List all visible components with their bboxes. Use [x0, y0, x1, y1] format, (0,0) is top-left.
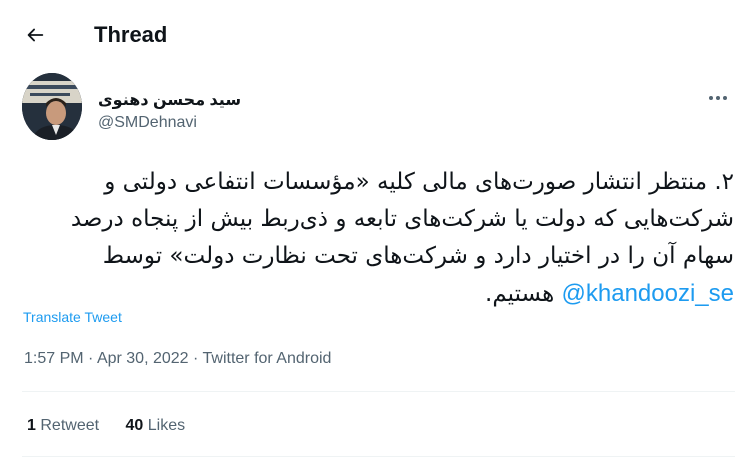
- page-title: Thread: [94, 22, 168, 47]
- likes-count: 40: [125, 417, 144, 434]
- more-options-button[interactable]: [706, 88, 730, 108]
- tweet-text: ۲. منتظر انتشار صورت‌های مالی کلیه «مؤسس…: [22, 164, 734, 313]
- author-display-name[interactable]: سید محسن دهنوی: [98, 90, 268, 110]
- avatar[interactable]: [22, 73, 82, 140]
- likes-stat[interactable]: 40 Likes: [126, 417, 186, 435]
- tweet-source[interactable]: Twitter for Android: [203, 350, 332, 367]
- tweet-stats: 1 Retweet 40 Likes: [27, 417, 207, 435]
- more-horizontal-icon: [709, 96, 713, 100]
- meta-separator: ·: [193, 350, 199, 367]
- likes-label: Likes: [147, 417, 186, 434]
- retweets-stat[interactable]: 1 Retweet: [27, 417, 99, 435]
- back-button[interactable]: [20, 20, 50, 50]
- more-horizontal-icon: [716, 96, 720, 100]
- divider: [22, 456, 735, 457]
- tweet-text-end: هستیم.: [485, 281, 555, 307]
- mention-link[interactable]: @khandoozi_se: [562, 280, 734, 307]
- retweets-label: Retweet: [40, 417, 100, 434]
- meta-separator: ·: [88, 350, 94, 367]
- tweet-metadata: 1:57 PM · Apr 30, 2022 · Twitter for And…: [24, 350, 331, 368]
- more-horizontal-icon: [723, 96, 727, 100]
- translate-tweet-link[interactable]: Translate Tweet: [23, 309, 122, 325]
- tweet-text-body: ۲. منتظر انتشار صورت‌های مالی کلیه «مؤسس…: [70, 169, 734, 269]
- tweet-time[interactable]: 1:57 PM: [24, 350, 84, 367]
- arrow-left-icon: [27, 28, 44, 42]
- tweet-date[interactable]: Apr 30, 2022: [97, 350, 189, 367]
- retweets-count: 1: [27, 417, 36, 434]
- thread-header: Thread: [0, 0, 753, 68]
- divider: [22, 391, 735, 392]
- avatar-photo-icon: [22, 73, 82, 140]
- author-handle[interactable]: @SMDehnavi: [98, 114, 197, 132]
